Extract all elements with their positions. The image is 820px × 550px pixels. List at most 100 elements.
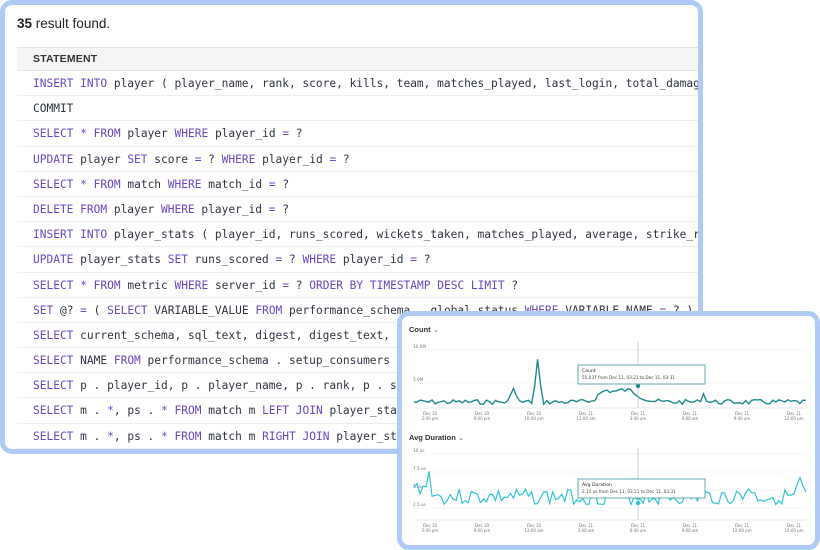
- duration-chart-title-text: Avg Duration: [409, 433, 456, 442]
- sql-operator: *: [161, 404, 168, 418]
- sql-text: ?: [504, 278, 519, 292]
- sql-text: match m: [201, 404, 263, 418]
- sql-keyword: LEFT JOIN: [262, 404, 323, 418]
- x-tick-label: 9:00 am: [682, 528, 699, 533]
- y-tick-label: 2.5 us: [413, 502, 426, 507]
- sql-operator: =: [268, 202, 276, 216]
- x-tick-label: 6:00 am: [630, 528, 647, 533]
- sql-text: ?: [289, 278, 310, 292]
- sql-text: , ps .: [113, 429, 162, 443]
- sql-keyword: FROM: [174, 404, 202, 418]
- sql-text: server_id: [208, 278, 283, 292]
- sql-keyword: SET: [33, 303, 54, 317]
- table-row[interactable]: UPDATE player_stats SET runs_scored = ? …: [17, 247, 698, 273]
- sql-text: match m: [201, 429, 263, 443]
- sql-keyword: WHERE: [167, 177, 202, 191]
- table-row[interactable]: DELETE FROM player WHERE player_id = ?: [17, 197, 698, 223]
- duration-chart-title[interactable]: Avg Duration ⌄: [409, 433, 464, 442]
- sql-text: player_id: [194, 202, 269, 216]
- column-header-statement[interactable]: STATEMENT: [17, 47, 698, 71]
- table-row[interactable]: SELECT * FROM match WHERE match_id = ?: [17, 172, 698, 197]
- sql-text: ?: [336, 152, 350, 166]
- hover-point: [635, 383, 641, 389]
- sql-operator: =: [268, 177, 276, 191]
- sql-text: metric: [120, 278, 175, 292]
- sql-keyword: SELECT: [33, 379, 74, 393]
- sql-text: ?: [201, 152, 222, 166]
- sql-keyword: SET: [167, 253, 188, 267]
- sql-operator: *: [107, 404, 114, 418]
- sql-text: ?: [282, 253, 303, 267]
- sql-keyword: FROM: [93, 177, 121, 191]
- sql-keyword: SELECT: [107, 303, 148, 317]
- result-count: 35 result found.: [17, 16, 110, 31]
- sql-text: player: [107, 202, 161, 216]
- result-count-number: 35: [17, 16, 33, 31]
- sql-text: m .: [73, 429, 108, 443]
- sql-text: player_id: [208, 127, 283, 141]
- sql-keyword: SET: [127, 152, 148, 166]
- sql-text: @?: [53, 303, 81, 317]
- sql-text: performance_schema . setup_consumers: [140, 354, 397, 368]
- sql-text: VARIABLE_VALUE: [147, 303, 256, 317]
- x-tick-label: 5:00 pm: [422, 528, 439, 533]
- tooltip-title: Avg Duration: [582, 482, 612, 488]
- sql-text: player_id: [336, 253, 411, 267]
- sql-keyword: FROM: [255, 303, 283, 317]
- y-tick-label: 10.0M: [413, 344, 426, 349]
- sql-keyword: SELECT: [33, 429, 74, 443]
- sql-text: match: [120, 177, 168, 191]
- sql-operator: *: [80, 127, 87, 141]
- sql-keyword: INSERT INTO: [33, 228, 108, 242]
- sql-operator: =: [410, 253, 417, 267]
- result-count-label: result found.: [35, 16, 111, 31]
- sql-text: ?: [417, 253, 431, 267]
- y-tick-label: 7.5 us: [413, 466, 426, 471]
- sql-keyword: RIGHT JOIN: [262, 429, 330, 443]
- sql-text: match_id: [201, 177, 269, 191]
- sql-text: runs_scored: [187, 253, 276, 267]
- sql-keyword: UPDATE: [33, 152, 74, 166]
- sql-operator: *: [80, 177, 87, 191]
- chevron-down-icon: ⌄: [432, 325, 440, 334]
- sql-keyword: SELECT: [33, 177, 74, 191]
- sql-keyword: SELECT: [33, 127, 74, 141]
- sql-text: ?: [289, 127, 303, 141]
- x-tick-label: 12:00 pm: [732, 528, 751, 533]
- y-tick-label: 5.0M: [413, 377, 424, 382]
- sql-keyword: DELETE FROM: [33, 202, 108, 216]
- table-row[interactable]: SELECT * FROM player WHERE player_id = ?: [17, 121, 698, 147]
- sql-operator: *: [161, 429, 168, 443]
- count-chart-title[interactable]: Count ⌄: [409, 325, 439, 334]
- x-tick-label: 12:00 am: [524, 528, 543, 533]
- sql-text: score: [147, 152, 195, 166]
- hover-point: [635, 500, 641, 506]
- table-row[interactable]: INSERT INTO player_stats ( player_id, ru…: [17, 222, 698, 248]
- y-tick-label: 10 us: [413, 448, 425, 453]
- sql-keyword: SELECT: [33, 404, 74, 418]
- sql-text: m .: [73, 404, 108, 418]
- sql-keyword: FROM: [113, 354, 141, 368]
- x-tick-label: 10:00 pm: [524, 416, 543, 421]
- sql-operator: *: [107, 429, 114, 443]
- table-row[interactable]: SELECT * FROM metric WHERE server_id = ?…: [17, 273, 698, 298]
- sql-keyword: WHERE: [174, 278, 209, 292]
- chevron-down-icon: ⌄: [457, 433, 465, 442]
- sql-text: COMMIT: [33, 102, 74, 116]
- sql-text: , ps .: [113, 404, 162, 418]
- sql-keyword: INSERT INTO: [33, 77, 108, 90]
- sql-keyword: SELECT: [33, 328, 74, 342]
- sql-keyword: SELECT: [33, 278, 74, 292]
- table-row[interactable]: COMMIT: [17, 96, 698, 122]
- count-chart: 10.0M5.0MDec 102:00 pmDec 106:00 pmDec 1…: [413, 342, 807, 421]
- sql-operator: =: [80, 303, 87, 317]
- sql-text: ?: [275, 202, 289, 216]
- sql-keyword: FROM: [93, 127, 121, 141]
- table-row[interactable]: INSERT INTO player ( player_name, rank, …: [17, 71, 698, 97]
- table-row[interactable]: UPDATE player SET score = ? WHERE player…: [17, 147, 698, 172]
- x-tick-label: 9:00 am: [734, 416, 751, 421]
- count-chart-title-text: Count: [409, 325, 431, 334]
